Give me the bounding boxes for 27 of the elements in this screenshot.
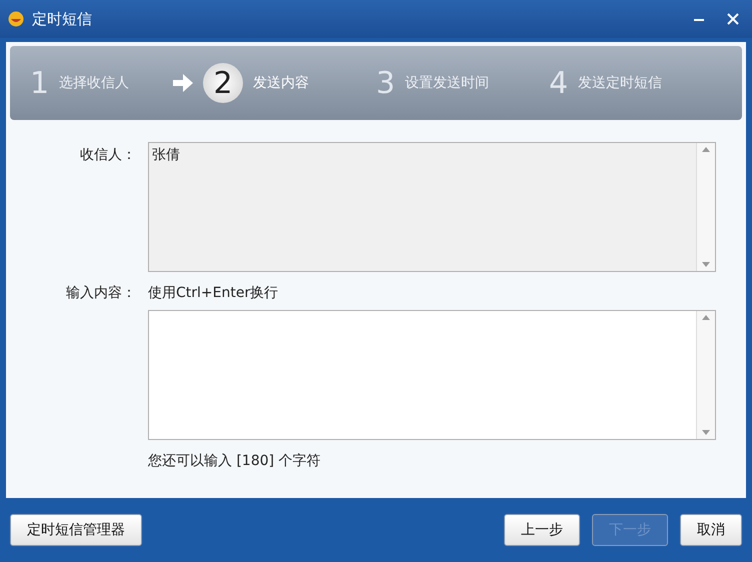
hint-text: 使用Ctrl+Enter换行 [148,284,280,302]
scrollbar[interactable] [696,311,715,439]
scrollbar[interactable] [696,143,715,271]
scroll-up-icon[interactable] [702,315,710,320]
scroll-up-icon[interactable] [702,147,710,152]
step-number: 2 [203,63,243,103]
field-label: 收信人： [79,146,136,165]
step-label: 发送定时短信 [578,74,662,92]
scroll-down-icon[interactable] [702,262,710,267]
step-number: 4 [549,66,568,100]
window-title: 定时短信 [32,10,92,28]
field-label: 输入内容： [65,284,136,302]
close-icon[interactable] [727,13,739,25]
dialog-button[interactable]: 上一步 [504,514,580,546]
step-number: 1 [30,66,50,100]
step-label: 设置发送时间 [405,74,490,92]
character-count: 您还可以输入 [180] 个字符 [148,452,322,470]
recipients-field[interactable]: 张倩 [148,142,716,272]
message-field[interactable] [148,310,716,440]
app-logo-icon [8,11,24,27]
dialog-button[interactable]: 取消 [680,514,742,546]
dialog-button[interactable]: 定时短信管理器 [10,514,142,546]
step-label: 发送内容 [253,74,309,92]
arrow-icon [173,74,193,92]
step-label: 选择收信人 [59,74,130,92]
step-number: 3 [376,66,396,100]
scroll-down-icon[interactable] [702,430,710,435]
